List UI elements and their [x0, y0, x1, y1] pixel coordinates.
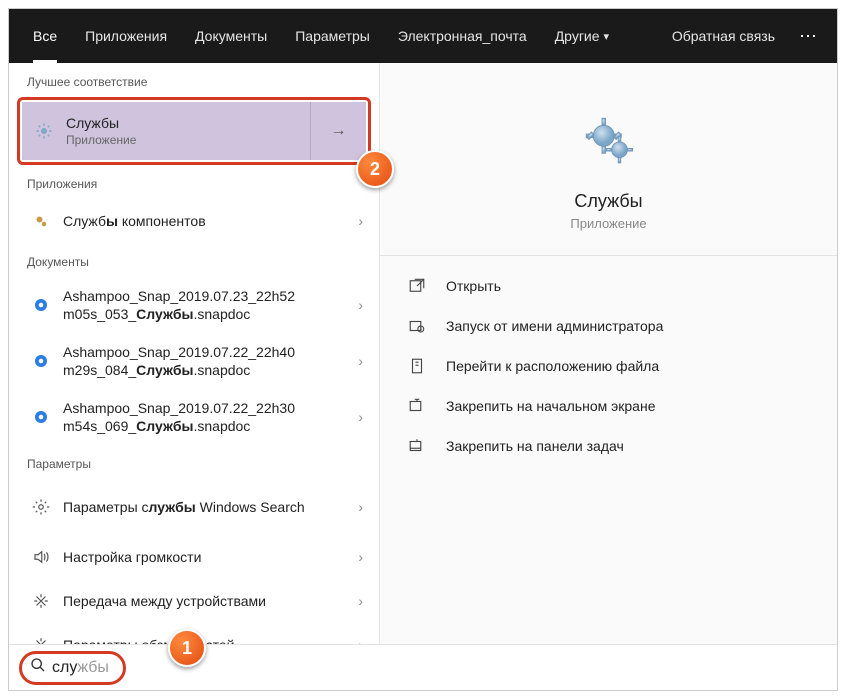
setting-label: Передача между устройствами — [63, 592, 352, 610]
chevron-right-icon: › — [352, 549, 369, 565]
devices-icon — [27, 589, 55, 613]
tab-other[interactable]: Другие ▾ — [541, 9, 623, 63]
search-suggestion-ghost: жбы — [77, 659, 109, 677]
setting-shared-experiences[interactable]: Передача между устройствами › — [9, 579, 379, 623]
open-icon — [408, 277, 436, 295]
volume-icon — [27, 545, 55, 569]
section-docs: Документы — [9, 243, 379, 277]
chevron-right-icon: › — [352, 297, 369, 313]
tab-docs[interactable]: Документы — [181, 9, 281, 63]
app-result-component-services[interactable]: Службы компонентов › — [9, 199, 379, 243]
snapdoc-icon — [27, 293, 55, 317]
results-pane: Лучшее соответствие Службы Приложение → … — [9, 63, 379, 644]
chevron-right-icon: › — [352, 353, 369, 369]
doc-result-label: Ashampoo_Snap_2019.07.23_22h52 m05s_053_… — [63, 287, 352, 323]
preview-actions: Открыть Запуск от имени администратора П… — [380, 256, 837, 476]
best-match-title: Службы — [66, 115, 310, 131]
gear-icon — [27, 495, 55, 519]
tab-settings[interactable]: Параметры — [281, 9, 384, 63]
action-open[interactable]: Открыть — [380, 266, 837, 306]
tab-other-label: Другие — [555, 28, 600, 44]
action-pin-taskbar[interactable]: Закрепить на панели задач — [380, 426, 837, 466]
search-box-highlight[interactable]: службы — [19, 651, 126, 685]
section-apps: Приложения — [9, 165, 379, 199]
preview-title: Службы — [574, 191, 642, 212]
action-open-location[interactable]: Перейти к расположению файла — [380, 346, 837, 386]
more-menu[interactable]: ⋯ — [789, 26, 827, 47]
search-typed-text: слу — [52, 659, 77, 677]
preview-subtitle: Приложение — [570, 216, 646, 231]
services-large-icon — [581, 113, 637, 169]
setting-label: Параметры обзможностей — [63, 636, 352, 644]
setting-volume[interactable]: Настройка громкости › — [9, 535, 379, 579]
doc-result-label: Ashampoo_Snap_2019.07.22_22h30 m54s_069_… — [63, 399, 352, 435]
admin-icon — [408, 317, 436, 335]
doc-result-3[interactable]: Ashampoo_Snap_2019.07.22_22h30 m54s_069_… — [9, 389, 379, 445]
component-services-icon — [27, 209, 55, 233]
search-tabs: Все Приложения Документы Параметры Элект… — [9, 9, 837, 63]
best-match-sub: Приложение — [66, 133, 310, 147]
best-match-highlight: Службы Приложение → — [17, 97, 371, 165]
folder-icon — [408, 357, 436, 375]
setting-windows-search[interactable]: Параметры службы Windows Search › — [9, 479, 379, 535]
tab-apps[interactable]: Приложения — [71, 9, 181, 63]
window-frame: Все Приложения Документы Параметры Элект… — [8, 8, 838, 691]
best-match-expand[interactable]: → — [310, 102, 366, 160]
snapdoc-icon — [27, 405, 55, 429]
section-best-match: Лучшее соответствие — [9, 63, 379, 97]
action-label: Закрепить на начальном экране — [446, 398, 656, 414]
doc-result-label: Ashampoo_Snap_2019.07.22_22h40 m29s_084_… — [63, 343, 352, 379]
action-run-as-admin[interactable]: Запуск от имени администратора — [380, 306, 837, 346]
doc-result-2[interactable]: Ashampoo_Snap_2019.07.22_22h40 m29s_084_… — [9, 333, 379, 389]
services-icon — [22, 122, 66, 140]
search-icon — [30, 657, 46, 678]
action-label: Закрепить на панели задач — [446, 438, 624, 454]
section-settings: Параметры — [9, 445, 379, 479]
best-match-item[interactable]: Службы Приложение → — [22, 102, 366, 160]
app-result-label: Службы компонентов — [63, 212, 352, 230]
action-label: Перейти к расположению файла — [446, 358, 659, 374]
chevron-right-icon: › — [352, 499, 369, 515]
setting-label: Настройка громкости — [63, 548, 352, 566]
pin-start-icon — [408, 397, 436, 415]
pin-taskbar-icon — [408, 437, 436, 455]
snapdoc-icon — [27, 349, 55, 373]
devices-icon — [27, 633, 55, 644]
setting-label: Параметры службы Windows Search — [63, 498, 352, 516]
chevron-right-icon: › — [352, 637, 369, 644]
chevron-right-icon: › — [352, 213, 369, 229]
preview-pane: Службы Приложение Открыть Запуск от имен… — [379, 63, 837, 644]
chevron-right-icon: › — [352, 409, 369, 425]
chevron-down-icon: ▾ — [604, 30, 610, 43]
doc-result-1[interactable]: Ashampoo_Snap_2019.07.23_22h52 m05s_053_… — [9, 277, 379, 333]
chevron-right-icon: › — [352, 593, 369, 609]
tab-feedback[interactable]: Обратная связь — [658, 9, 789, 63]
action-label: Запуск от имени администратора — [446, 318, 663, 334]
tab-all[interactable]: Все — [19, 9, 71, 63]
annotation-callout-2: 2 — [356, 150, 394, 188]
search-bar: службы — [9, 644, 837, 690]
tab-email[interactable]: Электронная_почта — [384, 9, 541, 63]
action-label: Открыть — [446, 278, 501, 294]
annotation-callout-1: 1 — [168, 629, 206, 667]
action-pin-start[interactable]: Закрепить на начальном экране — [380, 386, 837, 426]
